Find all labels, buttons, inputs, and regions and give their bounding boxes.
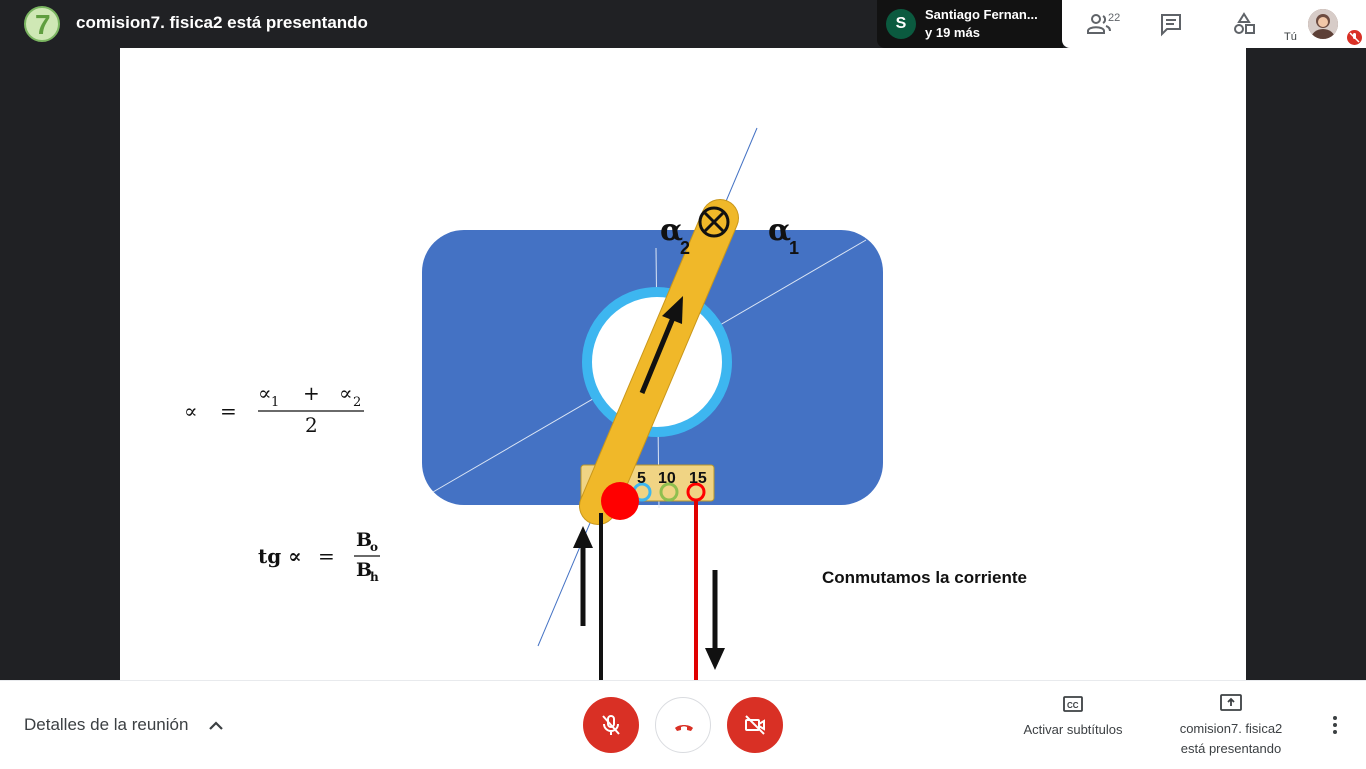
top-bar: 7 comision7. fisica2 está presentando S … [0, 0, 1366, 48]
meeting-details-button[interactable]: Detalles de la reunión [24, 715, 188, 735]
terminal-label-15: 15 [689, 470, 707, 487]
hang-up-icon [675, 725, 693, 731]
participant-card[interactable]: S Santiago Fernan... y 19 más [877, 0, 1063, 48]
svg-text:=: = [318, 544, 335, 568]
terminal-label-10: 10 [658, 470, 676, 487]
captions-label: Activar subtítulos [1023, 722, 1123, 737]
svg-text:tg ∝: tg ∝ [258, 544, 302, 568]
participant-more: y 19 más [925, 25, 980, 40]
svg-text:=: = [220, 399, 237, 423]
more-options-icon[interactable] [1325, 715, 1345, 735]
svg-text:h: h [370, 570, 379, 584]
self-avatar[interactable] [1308, 9, 1338, 39]
people-count: 22 [1108, 12, 1121, 24]
svg-text:2: 2 [305, 413, 318, 437]
presented-slide: α 2 α 1 5 10 15 Conmutamos la corriente … [120, 48, 1246, 680]
red-terminal-dot [601, 482, 639, 520]
terminal-label-5: 5 [637, 470, 646, 487]
self-mic-off-icon [1347, 30, 1362, 45]
presentation-label-line1: comision7. fisica2 [1179, 721, 1283, 736]
slide-caption: Conmutamos la corriente [822, 568, 1027, 587]
compass-diagram: α 2 α 1 5 10 15 Conmutamos la corriente … [184, 127, 1027, 680]
svg-text:1: 1 [271, 395, 279, 410]
alpha1-label: α [768, 213, 791, 248]
present-screen-icon [1220, 694, 1242, 711]
camera-off-icon [745, 715, 765, 735]
svg-text:∝: ∝ [339, 381, 353, 405]
bottom-control-bar: Detalles de la reunión CC Activar subtít… [0, 680, 1366, 769]
svg-text:o: o [370, 540, 378, 554]
presenting-title: comision7. fisica2 está presentando [76, 13, 368, 32]
svg-text:∝: ∝ [258, 381, 272, 405]
chat-icon[interactable] [1157, 10, 1185, 38]
svg-text:∝: ∝ [184, 399, 198, 423]
alpha1-sub: 1 [789, 238, 799, 258]
svg-text:CC: CC [1067, 701, 1079, 710]
self-label: Tú [1284, 31, 1297, 43]
mic-toggle-button[interactable] [583, 697, 639, 753]
participant-avatar: S [886, 9, 916, 39]
formula-tangent: tg ∝ = B o B h [258, 529, 380, 584]
camera-toggle-button[interactable] [727, 697, 783, 753]
svg-text:+: + [303, 381, 320, 405]
captions-button[interactable]: CC Activar subtítulos [1008, 695, 1138, 737]
participant-name: Santiago Fernan... [925, 7, 1038, 22]
formula-alpha-average: ∝ = ∝ 1 + ∝ 2 2 [184, 381, 364, 437]
presentation-label-line2: está presentando [1180, 741, 1282, 756]
presentation-button[interactable]: comision7. fisica2 está presentando [1166, 693, 1296, 758]
svg-text:2: 2 [353, 395, 361, 410]
activities-icon[interactable] [1230, 10, 1258, 38]
alpha2-sub: 2 [680, 238, 690, 258]
leave-call-button[interactable] [655, 697, 711, 753]
presenter-avatar: 7 [24, 6, 60, 42]
mic-off-icon [602, 715, 620, 735]
chevron-up-icon[interactable] [207, 718, 225, 732]
closed-captions-icon: CC [1063, 696, 1083, 712]
